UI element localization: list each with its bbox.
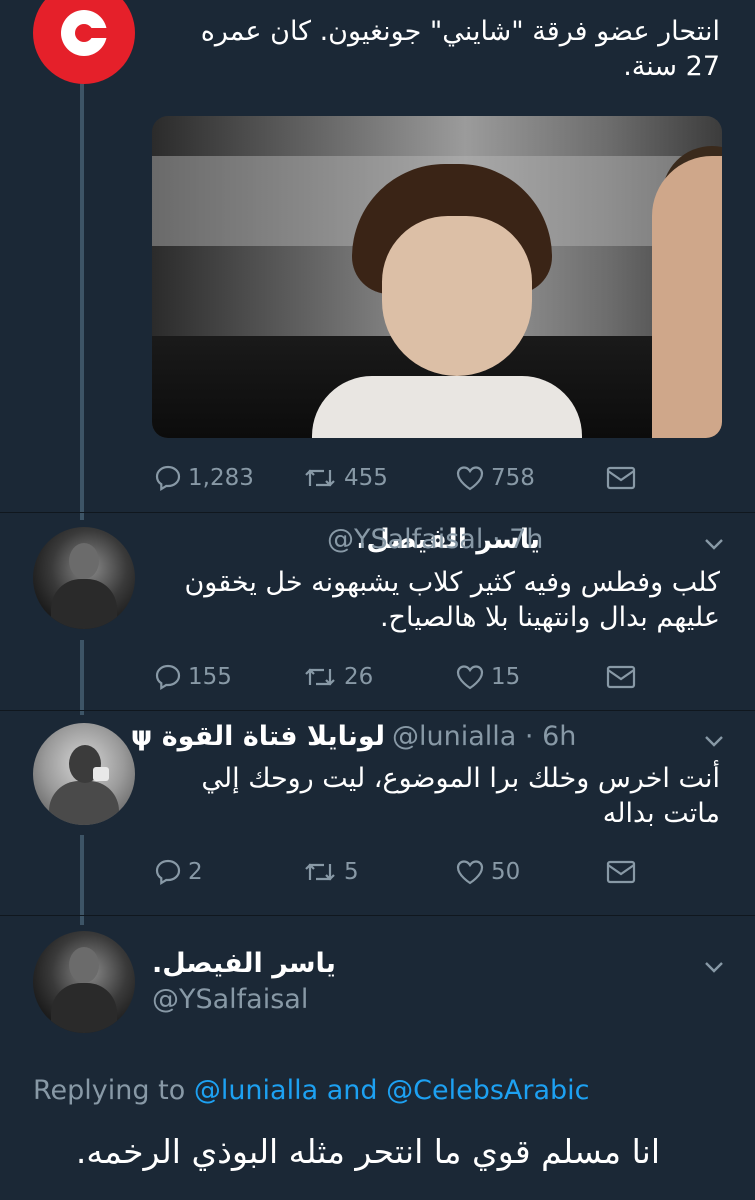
divider	[0, 512, 755, 513]
dm-button[interactable]	[606, 657, 636, 697]
reply-button[interactable]: 2	[154, 852, 203, 892]
replying-to-label: Replying to	[33, 1075, 186, 1106]
thread-line	[80, 80, 84, 520]
handle[interactable]: @lunialla	[392, 721, 516, 752]
reply-count: 2	[188, 859, 203, 885]
display-name[interactable]: لونايلا فتاة القوة ψ	[131, 721, 385, 752]
chevron-down-icon[interactable]	[700, 530, 728, 558]
tweet-text: أنت اخرس وخلك برا الموضوع، ليت روحك إلي …	[201, 763, 720, 829]
reply-button[interactable]: 1,283	[154, 458, 254, 498]
divider	[0, 915, 755, 916]
envelope-icon	[606, 466, 636, 490]
like-count: 758	[491, 465, 535, 491]
tweet-text: كلب وفطس وفيه كثير كلاب يشبهونه خل يخقون…	[184, 567, 720, 633]
reply-count: 155	[188, 664, 232, 690]
user-avatar[interactable]	[33, 931, 135, 1033]
tweet-meta: @YSalfaisal · 7h	[327, 523, 543, 557]
retweet-count: 26	[344, 664, 374, 690]
user-avatar[interactable]	[33, 527, 135, 629]
retweet-icon	[305, 469, 335, 487]
retweet-count: 455	[344, 465, 388, 491]
mention-lunialla[interactable]: @lunialla	[194, 1075, 318, 1106]
dm-button[interactable]	[606, 852, 636, 892]
handle[interactable]: @YSalfaisal	[152, 983, 308, 1017]
display-name[interactable]: ياسر الفيصل.	[152, 947, 336, 981]
tweet-actions: 155 26 15	[0, 657, 755, 697]
tweet-meta: @lunialla · 6h	[392, 720, 576, 754]
tweet-actions: 2 5 50	[0, 852, 755, 892]
chevron-down-icon[interactable]	[700, 727, 728, 755]
timestamp[interactable]: · 7h	[492, 524, 543, 555]
like-count: 15	[491, 664, 521, 690]
chevron-down-icon[interactable]	[700, 953, 728, 981]
retweet-icon	[305, 668, 335, 686]
heart-icon	[456, 860, 484, 885]
replying-to: Replying to @lunialla and @CelebsArabic	[33, 1075, 590, 1106]
like-count: 50	[491, 859, 521, 885]
user-avatar[interactable]	[33, 723, 135, 825]
divider	[0, 710, 755, 711]
celebsarabic-avatar[interactable]	[33, 0, 135, 84]
reply-icon	[155, 664, 181, 690]
retweet-button[interactable]: 5	[302, 852, 359, 892]
reply-icon	[155, 465, 181, 491]
handle[interactable]: @YSalfaisal	[327, 524, 483, 555]
like-button[interactable]: 15	[455, 657, 520, 697]
envelope-icon	[606, 860, 636, 884]
reply-icon	[155, 859, 181, 885]
mention-and[interactable]: and	[327, 1075, 378, 1106]
mention-celebsarabic[interactable]: @CelebsArabic	[386, 1075, 589, 1106]
retweet-count: 5	[344, 859, 359, 885]
retweet-button[interactable]: 26	[302, 657, 373, 697]
like-button[interactable]: 758	[455, 458, 535, 498]
timestamp[interactable]: · 6h	[525, 721, 576, 752]
retweet-icon	[305, 863, 335, 881]
tweet-text: انا مسلم قوي ما انتحر مثله البوذي الرخمه…	[75, 1132, 660, 1171]
reply-button[interactable]: 155	[154, 657, 232, 697]
retweet-button[interactable]: 455	[302, 458, 388, 498]
tweet-actions: 1,283 455 758	[0, 458, 755, 498]
heart-icon	[456, 466, 484, 491]
envelope-icon	[606, 665, 636, 689]
heart-icon	[456, 665, 484, 690]
tweet-photo[interactable]	[152, 116, 722, 438]
tweet-header: لونايلا فتاة القوة ψ	[131, 720, 385, 754]
reply-count: 1,283	[188, 465, 254, 491]
tweet-text: انتحار عضو فرقة "شايني" جونغيون. كان عمر…	[200, 16, 720, 82]
like-button[interactable]: 50	[455, 852, 520, 892]
dm-button[interactable]	[606, 458, 636, 498]
